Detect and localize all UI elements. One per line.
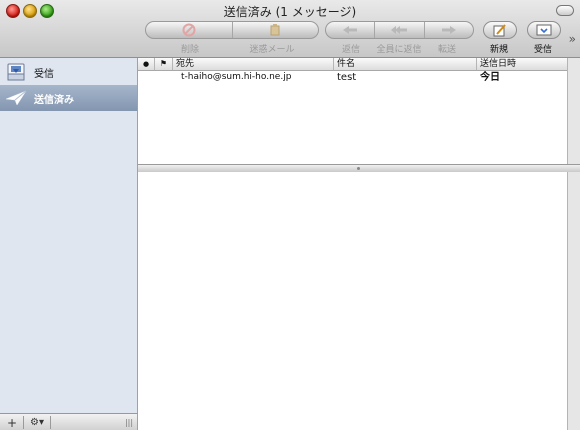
- reply-label: 返信: [341, 45, 360, 55]
- toolbar: 送信済み (1 メッセージ) 削除 迷惑メール 返信 全員に返信 転送 新規 受…: [0, 0, 580, 58]
- get-mail-icon: [536, 24, 552, 36]
- delete-icon: [182, 23, 196, 37]
- message-date: 今日: [480, 72, 500, 83]
- compose-icon: [493, 23, 506, 36]
- sent-icon: [5, 88, 27, 108]
- add-mailbox-button[interactable]: +: [2, 414, 22, 430]
- column-header-subject[interactable]: 件名: [334, 58, 477, 70]
- message-row[interactable]: t-haiho@sum.hi-ho.ne.jp test 今日: [138, 71, 567, 84]
- column-header-unread[interactable]: ●: [138, 58, 155, 70]
- junk-label: 迷惑メール: [249, 45, 295, 55]
- reply-all-button[interactable]: [375, 22, 425, 38]
- message-list: ● ⚑ 宛先 件名 送信日時 t-haiho@sum.hi-ho.ne.jp t…: [138, 58, 567, 164]
- mailbox-sidebar: 受信 送信済み: [0, 58, 138, 413]
- toolbar-toggle-button[interactable]: [556, 5, 574, 16]
- mail-window: 送信済み (1 メッセージ) 削除 迷惑メール 返信 全員に返信 転送 新規 受…: [0, 0, 580, 430]
- column-header-to[interactable]: 宛先: [173, 58, 334, 70]
- sidebar-item-sent[interactable]: 送信済み: [0, 85, 137, 111]
- forward-button[interactable]: [425, 22, 473, 38]
- message-subject: test: [337, 72, 357, 83]
- reply-button[interactable]: [326, 22, 376, 38]
- column-header-flag[interactable]: ⚑: [155, 58, 173, 70]
- column-header-date[interactable]: 送信日時: [477, 58, 567, 70]
- sidebar-bottom-bar: + ⚙▾ |||: [0, 413, 138, 430]
- inbox-icon: [5, 62, 27, 82]
- message-list-scrollbar[interactable]: [567, 58, 580, 164]
- new-label: 新規: [489, 45, 508, 55]
- reply-all-label: 全員に返信: [376, 45, 422, 55]
- window-title: 送信済み (1 メッセージ): [223, 5, 357, 19]
- delete-button[interactable]: [146, 22, 233, 38]
- reply-arrow-icon: [343, 26, 358, 34]
- reply-all-icon: [391, 26, 408, 34]
- message-preview-pane: [138, 172, 567, 430]
- sidebar-resize-handle[interactable]: |||: [122, 414, 136, 430]
- get-mail-button[interactable]: [527, 21, 561, 39]
- new-message-button[interactable]: [483, 21, 517, 39]
- junk-mail-icon: [270, 24, 280, 36]
- reply-segmented-control: [325, 21, 474, 39]
- message-to: t-haiho@sum.hi-ho.ne.jp: [181, 72, 292, 82]
- sidebar-item-label: 受信: [34, 68, 54, 80]
- preview-scrollbar[interactable]: [567, 172, 580, 430]
- get-mail-label: 受信: [533, 45, 552, 55]
- sidebar-item-label: 送信済み: [34, 94, 74, 106]
- mailbox-action-menu-button[interactable]: ⚙▾: [26, 414, 48, 430]
- message-list-header: ● ⚑ 宛先 件名 送信日時: [138, 58, 567, 71]
- delete-label: 削除: [180, 45, 199, 55]
- forward-label: 転送: [437, 45, 456, 55]
- junk-button[interactable]: [233, 22, 319, 38]
- forward-arrow-icon: [441, 26, 456, 34]
- sidebar-item-inbox[interactable]: 受信: [0, 59, 137, 85]
- delete-junk-segmented-control: [145, 21, 319, 39]
- toolbar-overflow-button[interactable]: »: [569, 32, 576, 46]
- splitter-grip-icon: [357, 167, 360, 170]
